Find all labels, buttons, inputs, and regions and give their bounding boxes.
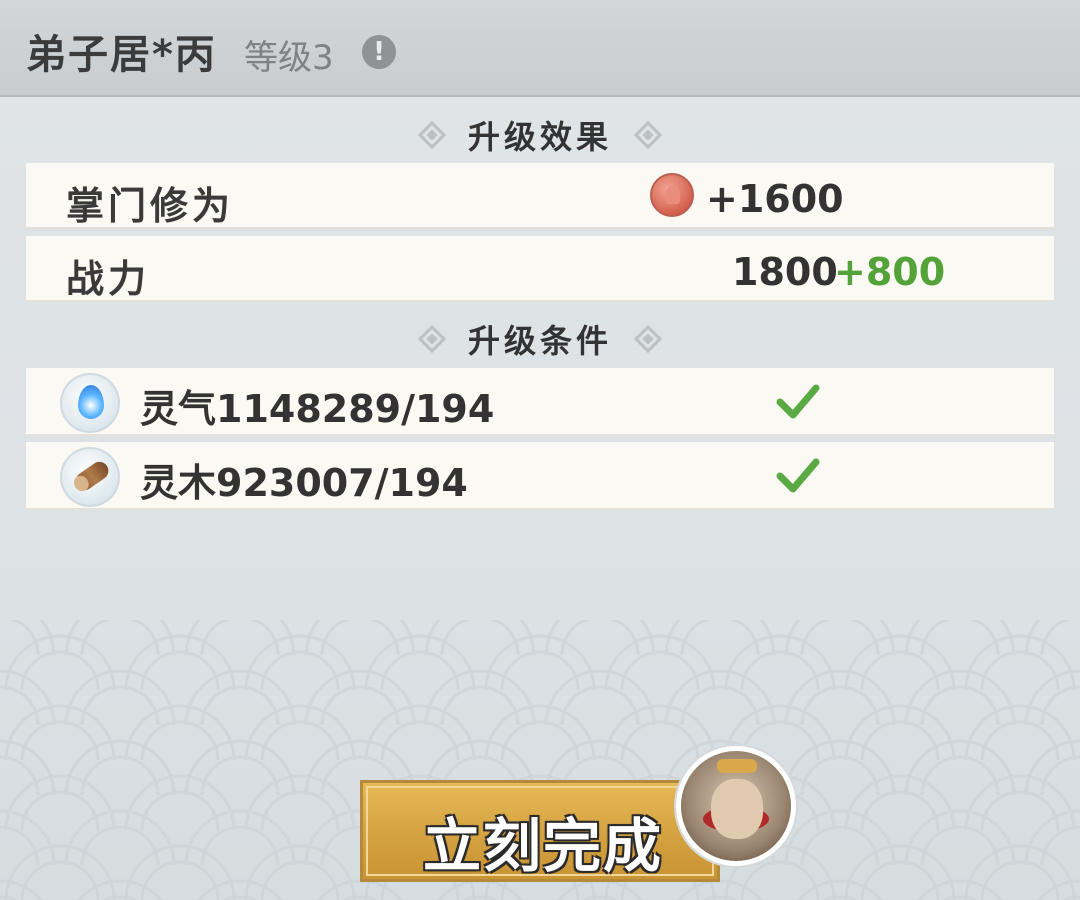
complete-now-label: 立刻完成 bbox=[423, 812, 664, 880]
check-icon bbox=[776, 458, 820, 493]
condition-row: 灵气1148289/194 bbox=[26, 368, 1054, 436]
check-icon bbox=[776, 384, 820, 419]
meditation-icon bbox=[650, 173, 694, 217]
conditions-section-header: 升级条件 bbox=[0, 316, 1080, 362]
level-label: 等级3 bbox=[244, 38, 334, 78]
diamond-ornament-icon bbox=[633, 120, 663, 150]
effect-label: 战力 bbox=[66, 257, 151, 301]
diamond-ornament-icon bbox=[417, 120, 447, 150]
building-title: 弟子居*丙 bbox=[26, 32, 217, 78]
diamond-ornament-icon bbox=[417, 324, 447, 354]
spirit-qi-icon bbox=[60, 373, 120, 433]
complete-now-button[interactable]: 立刻完成 bbox=[360, 780, 720, 882]
monkey-king-avatar-icon bbox=[676, 746, 796, 866]
condition-text: 灵木923007/194 bbox=[140, 461, 468, 505]
header-bar: 弟子居*丙 等级3 ! bbox=[0, 0, 1080, 97]
condition-row: 灵木923007/194 bbox=[26, 442, 1054, 510]
effect-row-master-cultivation: 掌门修为 +1600 bbox=[26, 163, 1054, 229]
conditions-section-title: 升级条件 bbox=[467, 322, 612, 360]
effect-label: 掌门修为 bbox=[66, 184, 235, 228]
spirit-wood-icon bbox=[60, 447, 120, 507]
info-icon[interactable]: ! bbox=[362, 35, 396, 69]
effect-value: +1600 bbox=[706, 177, 844, 221]
effect-row-combat-power: 战力 1800 +800 bbox=[26, 236, 1054, 302]
condition-text: 灵气1148289/194 bbox=[140, 387, 495, 431]
effects-section-header: 升级效果 bbox=[0, 112, 1080, 158]
combat-power-current: 1800 bbox=[732, 250, 838, 294]
diamond-ornament-icon bbox=[633, 324, 663, 354]
effects-section-title: 升级效果 bbox=[467, 118, 612, 156]
combat-power-bonus: +800 bbox=[834, 250, 946, 294]
